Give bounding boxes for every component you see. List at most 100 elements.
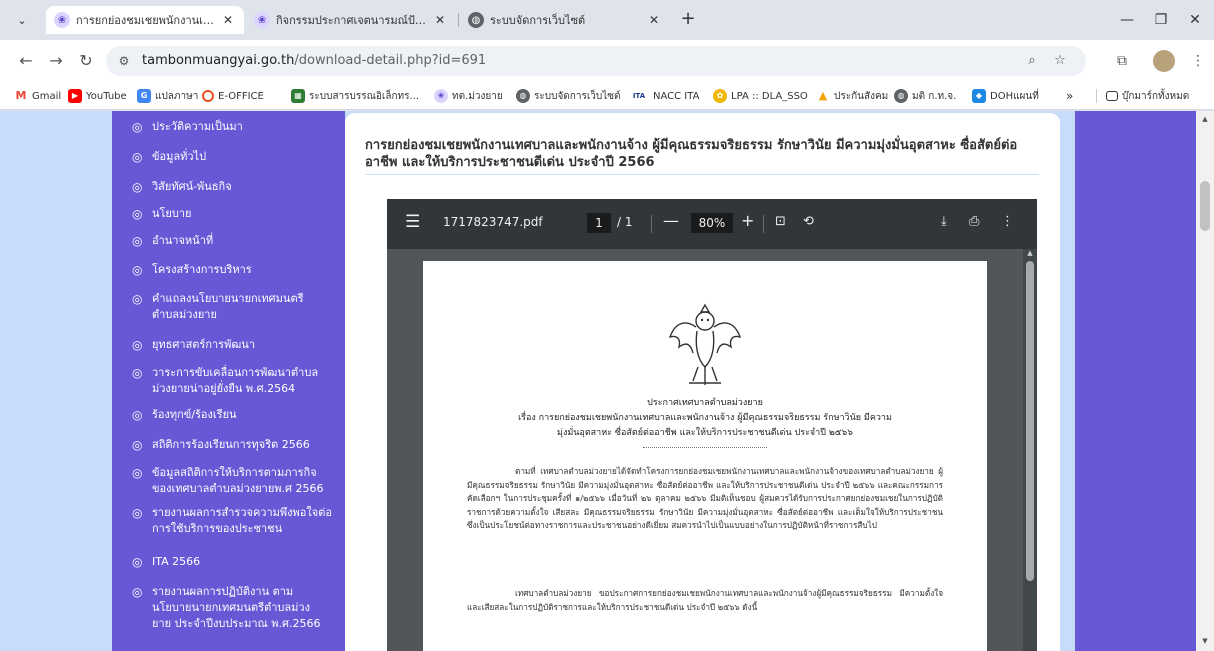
circle-dot-icon: ◎ <box>132 207 143 221</box>
circle-dot-icon: ◎ <box>132 366 143 380</box>
sidebar-item[interactable]: ◎ คำแถลงนโยบายนายกเทศมนตรีตำบลม่วงยาย <box>132 291 342 323</box>
page-scrollbar[interactable]: ▲ ▼ <box>1196 111 1214 651</box>
sidebar-item[interactable]: ◎ รายงานผลการสำรวจความพึงพอใจต่อการใช้บร… <box>132 505 342 537</box>
zoom-input[interactable]: 80% <box>691 213 733 233</box>
download-icon[interactable]: ⤓ <box>941 214 947 229</box>
pdf-page-area[interactable]: ประกาศเทศบาลตำบลม่วงยาย เรื่อง การยกย่อง… <box>387 249 1037 651</box>
bookmark-star-icon[interactable]: ☆ <box>1050 52 1070 70</box>
sidebar-item[interactable]: ◎ ข้อมูลทั่วไป <box>132 149 342 165</box>
extensions-icon[interactable]: ⧉ <box>1110 49 1134 73</box>
saraban-icon: ▦ <box>291 89 305 103</box>
scrollbar-thumb[interactable] <box>1026 261 1034 581</box>
site-info-icon[interactable]: ⚙ <box>116 53 132 69</box>
lpa-icon: ✿ <box>713 89 727 103</box>
bookmark-doh-map[interactable]: ◆ DOHแผนที่ <box>972 87 1039 105</box>
print-icon[interactable]: ⎙ <box>969 214 979 229</box>
zoom-out-button[interactable]: — <box>663 211 679 230</box>
sidebar-item[interactable]: ◎ ร้องทุกข์/ร้องเรียน <box>132 407 342 423</box>
scrollbar-thumb[interactable] <box>1200 181 1210 231</box>
doc-paragraph: ตามที่ เทศบาลตำบลม่วงยายได้จัดทำโครงการย… <box>467 466 943 531</box>
sidebar-item[interactable]: ◎ นโยบาย <box>132 206 342 222</box>
more-options-icon[interactable]: ⋮ <box>1001 214 1014 229</box>
bookmark-e-office[interactable]: E-OFFICE <box>202 87 264 105</box>
sidebar-item[interactable]: ◎ รายงานผลการปฏิบัติงาน ตามนโยบายนายกเทศ… <box>132 584 342 632</box>
bookmarks-overflow-button[interactable]: » <box>1066 87 1073 105</box>
globe-icon: ◍ <box>894 89 908 103</box>
tab-search-dropdown-icon[interactable]: ⌄ <box>10 10 34 32</box>
bookmark-website-admin[interactable]: ◍ ระบบจัดการเว็บไซต์ <box>516 87 621 105</box>
gmail-icon: M <box>14 89 28 103</box>
page-total: / 1 <box>617 215 633 229</box>
close-icon[interactable]: ✕ <box>220 12 236 28</box>
zoom-icon[interactable]: ⌕ <box>1022 52 1042 70</box>
scroll-down-arrow-icon[interactable]: ▼ <box>1200 637 1210 645</box>
close-window-button[interactable]: ✕ <box>1180 8 1210 32</box>
bookmarks-divider <box>1096 89 1097 103</box>
seal-icon: ❀ <box>54 12 70 28</box>
sidebar-item[interactable]: ◎ วาระการขับเคลื่อนการพัฒนาตำบลม่วงยายน่… <box>132 365 342 397</box>
address-bar[interactable]: ⚙ tambonmuangyai.go.th/download-detail.p… <box>106 46 1086 76</box>
page-number-input[interactable]: 1 <box>587 213 611 233</box>
sidebar-item[interactable]: ◎ อำนาจหน้าที่ <box>132 233 342 249</box>
minimize-button[interactable]: — <box>1112 8 1142 32</box>
tab-activity[interactable]: ❀ กิจกรรมประกาศเจตนารมณ์ป้องกันแล ✕ <box>246 6 456 34</box>
bookmark-kthj[interactable]: ◍ มติ ก.ท.จ. <box>894 87 956 105</box>
zoom-in-button[interactable]: + <box>741 211 754 230</box>
sidebar-item[interactable]: ◎ โครงสร้างการบริหาร <box>132 262 342 278</box>
bookmark-translate[interactable]: G แปลภาษา <box>137 87 198 105</box>
page-title: การยกย่องชมเชยพนักงานเทศบาลและพนักงานจ้า… <box>365 138 1018 170</box>
circle-dot-icon: ◎ <box>132 150 143 164</box>
sidebar-item[interactable]: ◎ สถิติการร้องเรียนการทุจริต 2566 <box>132 437 342 453</box>
reload-button[interactable]: ↻ <box>74 49 98 73</box>
tab-website-admin[interactable]: ◍ ระบบจัดการเว็บไซต์ ✕ <box>460 6 670 34</box>
menu-icon[interactable]: ☰ <box>405 212 420 232</box>
bookmark-muangyai[interactable]: ❀ ทต.ม่วงยาย <box>434 87 503 105</box>
circle-dot-icon: ◎ <box>132 120 143 134</box>
tab-strip: ⌄ ❀ การยกย่องชมเชยพนักงานเทศบาลและ ✕ ❀ ก… <box>0 0 1214 40</box>
new-tab-button[interactable]: + <box>676 9 700 31</box>
all-bookmarks-button[interactable]: บุ๊กมาร์กทั้งหมด <box>1106 87 1189 105</box>
sidebar-item[interactable]: ◎ ยุทธศาสตร์การพัฒนา <box>132 337 342 353</box>
avatar[interactable] <box>1153 50 1175 72</box>
sidebar-menu: ◎ ประวัติความเป็นมา ◎ ข้อมูลทั่วไป ◎ วิส… <box>112 111 345 651</box>
circle-dot-icon: ◎ <box>132 408 143 422</box>
circle-dot-icon: ◎ <box>132 585 143 599</box>
fit-page-icon[interactable]: ⊡ <box>775 214 786 229</box>
tab-title: ระบบจัดการเว็บไซต์ <box>490 14 586 27</box>
folder-icon <box>1106 91 1118 101</box>
bookmark-nacc-ita[interactable]: ITA NACC ITA <box>629 87 699 105</box>
forward-button[interactable]: → <box>44 49 68 73</box>
web-page: ◎ ประวัติความเป็นมา ◎ ข้อมูลทั่วไป ◎ วิส… <box>0 111 1214 651</box>
back-button[interactable]: ← <box>14 49 38 73</box>
scroll-up-arrow-icon[interactable]: ▲ <box>1025 249 1035 257</box>
doc-subject-line: มุ่งมั่นอุตสาหะ ซื่อสัตย์ต่ออาชีพ และให้… <box>557 428 853 438</box>
url-text[interactable]: tambonmuangyai.go.th/download-detail.php… <box>142 46 486 76</box>
close-icon[interactable]: ✕ <box>646 12 662 28</box>
circle-dot-icon: ◎ <box>132 338 143 352</box>
pdf-scrollbar[interactable]: ▲ <box>1023 249 1037 651</box>
tab-title: การยกย่องชมเชยพนักงานเทศบาลและ <box>76 14 214 27</box>
sidebar-item[interactable]: ◎ ข้อมูลสถิติการให้บริการตามภารกิจของเทศ… <box>132 465 342 497</box>
bookmark-gmail[interactable]: M Gmail <box>14 87 61 105</box>
scroll-up-arrow-icon[interactable]: ▲ <box>1200 115 1210 123</box>
seal-icon: ❀ <box>254 12 270 28</box>
circle-dot-icon: ◎ <box>132 263 143 277</box>
sidebar-item[interactable]: ◎ ประวัติความเป็นมา <box>132 119 342 135</box>
bookmark-saraban[interactable]: ▦ ระบบสารบรรณอิเล็กทร... <box>291 87 419 105</box>
restore-button[interactable]: ❐ <box>1146 8 1176 32</box>
bookmark-lpa[interactable]: ✿ LPA :: DLA_SSO <box>713 87 808 105</box>
bookmark-sso[interactable]: ▲ ประกันสังคม <box>816 87 888 105</box>
bookmark-youtube[interactable]: ▶ YouTube <box>68 87 127 105</box>
rotate-icon[interactable]: ⟲ <box>803 214 814 229</box>
circle-dot-icon: ◎ <box>132 466 143 480</box>
title-divider <box>365 174 1039 175</box>
menu-kebab-icon[interactable]: ⋮ <box>1186 49 1210 73</box>
sidebar-item[interactable]: ◎ วิสัยทัศน์-พันธกิจ <box>132 179 342 195</box>
right-panel <box>1075 111 1196 651</box>
close-icon[interactable]: ✕ <box>432 12 448 28</box>
globe-icon: ◍ <box>468 12 484 28</box>
browser-toolbar: ← → ↻ ⚙ tambonmuangyai.go.th/download-de… <box>0 40 1214 82</box>
seal-icon: ❀ <box>434 89 448 103</box>
sidebar-item[interactable]: ◎ ITA 2566 <box>132 554 342 570</box>
tab-active[interactable]: ❀ การยกย่องชมเชยพนักงานเทศบาลและ ✕ <box>46 6 244 34</box>
